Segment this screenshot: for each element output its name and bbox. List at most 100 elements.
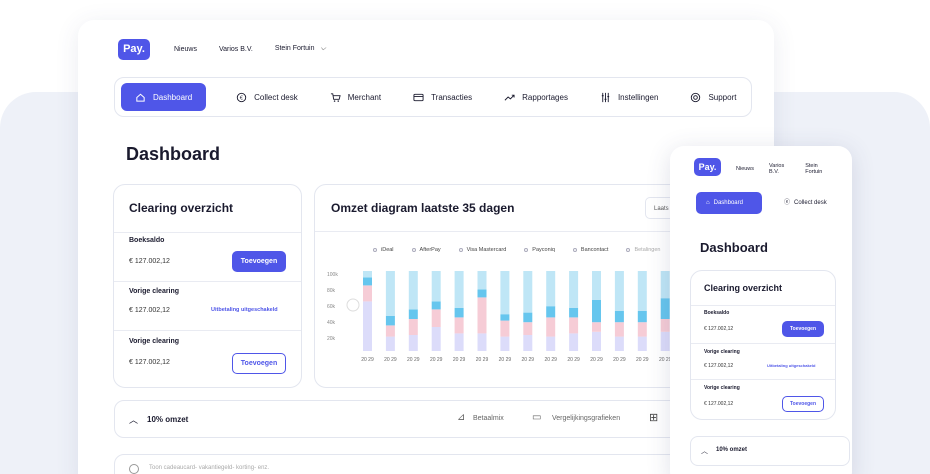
vorige-clearing-add-button[interactable]: Toevoegen: [232, 353, 286, 374]
payout-disabled-link[interactable]: Uitbetaling uitgeschakeld: [211, 307, 278, 313]
vorige-clearing-add-button[interactable]: Toevoegen: [782, 396, 824, 412]
bar-segment[interactable]: [408, 319, 418, 335]
legend-item[interactable]: Bancontact: [572, 247, 608, 253]
bar-segment[interactable]: [569, 333, 579, 351]
chevron-up-icon[interactable]: ︿: [701, 446, 708, 456]
gift-icon[interactable]: ⊞: [649, 411, 658, 424]
bar-segment[interactable]: [385, 315, 395, 326]
nav-instellingen[interactable]: Instellingen: [590, 83, 668, 111]
page-title-mobile: Dashboard: [700, 240, 768, 255]
boeksaldo-add-button[interactable]: Toevoegen: [782, 321, 824, 337]
bar-segment[interactable]: [523, 322, 533, 335]
clearing-card: Clearing overzicht Boeksaldo € 127.002,1…: [113, 184, 302, 388]
nav-merchant[interactable]: Merchant: [320, 83, 391, 111]
nav-rapportages[interactable]: Rapportages: [494, 83, 578, 111]
bar-segment[interactable]: [637, 336, 647, 351]
bar-segment[interactable]: [477, 271, 487, 290]
bar-segment[interactable]: [454, 333, 464, 351]
bar-segment[interactable]: [500, 314, 510, 321]
bar-segment[interactable]: [408, 309, 418, 319]
bar-segment[interactable]: [431, 271, 441, 302]
nav-collect-desk[interactable]: € Collect desk: [226, 83, 308, 111]
vorige-clearing-label-2: Vorige clearing: [129, 338, 180, 345]
bar-segment[interactable]: [523, 312, 533, 323]
bar-segment[interactable]: [385, 325, 395, 337]
payout-disabled-link[interactable]: Uitbetaling uitgeschakeld: [767, 363, 815, 368]
bar-segment[interactable]: [569, 271, 579, 308]
legend-item[interactable]: AfterPay: [411, 247, 441, 253]
bar-segment[interactable]: [385, 336, 395, 351]
bar-segment[interactable]: [614, 271, 624, 311]
legend-item[interactable]: Visa Mastercard: [458, 247, 506, 253]
bar-segment[interactable]: [546, 306, 556, 318]
x-tick-label: 20 29: [522, 357, 535, 363]
nav-transacties[interactable]: Transacties: [403, 83, 482, 111]
bar-segment[interactable]: [363, 301, 372, 351]
bar-segment[interactable]: [477, 297, 487, 334]
bar-segment[interactable]: [431, 327, 441, 351]
clearing-card-mobile: Clearing overzicht Boeksaldo € 127.002,1…: [690, 270, 836, 420]
omzet-accordion-label: 10% omzet: [716, 447, 748, 453]
bar-segment[interactable]: [385, 271, 395, 316]
bar-segment[interactable]: [363, 285, 372, 302]
bar-segment[interactable]: [660, 319, 670, 332]
nav-dashboard[interactable]: Dashboard: [121, 83, 207, 111]
omzet-accordion-label: 10% omzet: [147, 415, 189, 424]
bar-segment[interactable]: [592, 271, 601, 300]
legend-item[interactable]: Payconiq: [524, 247, 555, 253]
pay-logo[interactable]: Pay.: [118, 39, 150, 60]
bar-segment[interactable]: [569, 307, 579, 318]
topnav-user[interactable]: Stein Fortuin: [805, 163, 830, 175]
nav-dashboard[interactable]: ⌂ Dashboard: [696, 192, 762, 214]
bar-segment[interactable]: [523, 335, 533, 351]
bar-segment[interactable]: [500, 320, 510, 337]
bar-segment[interactable]: [500, 271, 510, 315]
bar-segment[interactable]: [454, 317, 464, 334]
topnav-company[interactable]: Varios B.V.: [219, 46, 253, 53]
bar-segment[interactable]: [637, 311, 647, 323]
radio-icon[interactable]: [129, 464, 139, 474]
topnav-nieuws[interactable]: Nieuws: [736, 166, 754, 172]
bar-segment[interactable]: [660, 331, 670, 351]
legend-item[interactable]: iDeal: [373, 247, 394, 253]
bar-segment[interactable]: [546, 317, 556, 337]
bar-segment[interactable]: [523, 271, 533, 313]
bar-segment[interactable]: [546, 336, 556, 351]
bar-segment[interactable]: [592, 299, 601, 323]
bar-segment[interactable]: [569, 317, 579, 334]
bar-segment[interactable]: [546, 271, 556, 307]
bar-segment[interactable]: [500, 336, 510, 351]
betaalmix-link[interactable]: Betaalmix: [473, 415, 504, 422]
bar-segment[interactable]: [614, 336, 624, 351]
bar-segment[interactable]: [408, 271, 418, 310]
bar-segment[interactable]: [454, 271, 464, 308]
bar-segment[interactable]: [614, 322, 624, 337]
divider: [691, 305, 835, 306]
bar-segment[interactable]: [363, 271, 372, 278]
pay-logo-mobile[interactable]: Pay.: [694, 158, 721, 176]
bar-segment[interactable]: [592, 322, 601, 332]
bar-segment[interactable]: [637, 271, 647, 311]
chart-prev-arrow[interactable]: [346, 298, 360, 312]
bar-segment[interactable]: [363, 277, 372, 286]
bar-segment[interactable]: [408, 335, 418, 351]
chevron-up-icon[interactable]: ︿: [129, 413, 138, 426]
bar-segment[interactable]: [477, 289, 487, 298]
vergelijking-link[interactable]: Vergelijkingsgrafieken: [552, 415, 620, 422]
bar-segment[interactable]: [660, 271, 670, 299]
boeksaldo-add-button[interactable]: Toevoegen: [232, 251, 286, 272]
bar-segment[interactable]: [592, 331, 601, 351]
nav-support[interactable]: Support: [680, 83, 746, 111]
topnav-company[interactable]: Varios B.V.: [769, 163, 790, 175]
legend-item[interactable]: Betalingen: [626, 247, 660, 253]
bar-segment[interactable]: [454, 307, 464, 318]
bar-segment[interactable]: [637, 322, 647, 337]
bar-segment[interactable]: [660, 298, 670, 319]
bar-segment[interactable]: [431, 309, 441, 327]
topnav-nieuws[interactable]: Nieuws: [174, 46, 197, 53]
bar-segment[interactable]: [431, 301, 441, 310]
topnav-user[interactable]: Stein Fortuin ⌵: [275, 45, 326, 53]
bar-segment[interactable]: [477, 333, 487, 351]
bar-segment[interactable]: [614, 311, 624, 323]
nav-collect-desk[interactable]: ⓔ Collect desk: [784, 192, 827, 214]
